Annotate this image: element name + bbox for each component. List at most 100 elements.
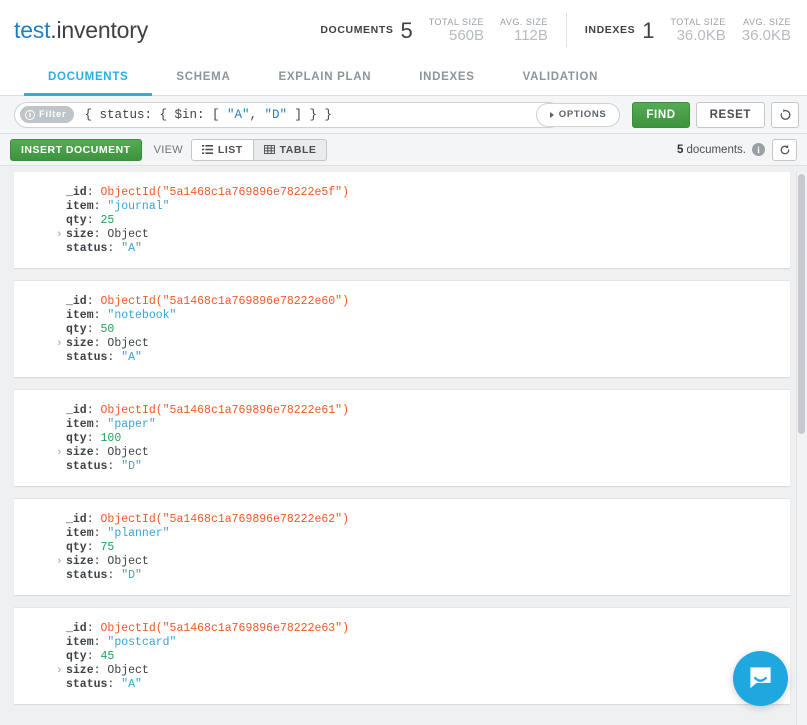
- document-card[interactable]: _id: ObjectId("5a1468c1a769896e78222e63"…: [14, 607, 790, 704]
- tab-validation-label: Validation: [523, 71, 599, 83]
- view-switcher: List Table: [191, 139, 327, 161]
- field-key: qty: [66, 323, 87, 337]
- field-key: _id: [66, 186, 87, 200]
- field-value[interactable]: 45: [101, 650, 115, 664]
- field-key: item: [66, 636, 94, 650]
- document-field-row: ›size: Object: [14, 446, 790, 460]
- chat-bubble-icon: [747, 665, 774, 692]
- compass-window: test.inventory Documents 5 Total Size 56…: [0, 0, 807, 725]
- indexes-label: Indexes: [585, 24, 635, 36]
- document-field-row: status: "A": [14, 678, 790, 692]
- documents-total-size-label: Total Size: [429, 17, 484, 27]
- indexes-total-size-label: Total Size: [670, 17, 725, 27]
- field-separator: :: [87, 541, 101, 555]
- document-field-row: _id: ObjectId("5a1468c1a769896e78222e5f"…: [14, 186, 790, 200]
- info-icon[interactable]: i: [752, 143, 765, 156]
- history-revert-icon: [779, 108, 792, 121]
- chevron-right-icon[interactable]: ›: [56, 446, 63, 460]
- field-value[interactable]: "notebook": [107, 309, 176, 323]
- document-field-row: status: "A": [14, 242, 790, 256]
- field-value[interactable]: "A": [121, 678, 142, 692]
- documents-avg-size: Avg. Size 112B: [500, 17, 548, 44]
- insert-document-button[interactable]: Insert Document: [10, 139, 142, 161]
- collection-stats: Documents 5 Total Size 560B Avg. Size 11…: [320, 13, 791, 47]
- field-value[interactable]: Object: [107, 337, 148, 351]
- field-value[interactable]: 25: [101, 214, 115, 228]
- field-value[interactable]: "D": [121, 569, 142, 583]
- field-value[interactable]: "planner": [107, 527, 169, 541]
- view-table-button[interactable]: Table: [254, 139, 328, 161]
- chevron-right-icon[interactable]: ›: [56, 664, 63, 678]
- document-field-row: qty: 50: [14, 323, 790, 337]
- options-button[interactable]: Options: [536, 103, 621, 127]
- document-card[interactable]: _id: ObjectId("5a1468c1a769896e78222e62"…: [14, 498, 790, 595]
- field-separator: :: [87, 432, 101, 446]
- field-key: status: [66, 460, 107, 474]
- document-field-row: item: "planner": [14, 527, 790, 541]
- view-list-button[interactable]: List: [191, 139, 254, 161]
- tab-explain-plan[interactable]: Explain Plan: [254, 61, 395, 96]
- field-key: _id: [66, 295, 87, 309]
- field-key: size: [66, 446, 94, 460]
- field-separator: :: [94, 527, 108, 541]
- query-history-button[interactable]: [771, 102, 799, 128]
- field-key: size: [66, 664, 94, 678]
- field-value[interactable]: ObjectId("5a1468c1a769896e78222e60"): [101, 295, 349, 309]
- reset-button-label: Reset: [710, 109, 751, 121]
- collection-header: test.inventory Documents 5 Total Size 56…: [0, 0, 807, 60]
- filter-query-comma: ,: [249, 108, 264, 122]
- field-value[interactable]: ObjectId("5a1468c1a769896e78222e63"): [101, 622, 349, 636]
- chat-launcher-button[interactable]: [733, 651, 788, 706]
- filter-input[interactable]: i Filter { status: { $in: [ "A", "D" ] }…: [14, 102, 562, 128]
- field-value[interactable]: 75: [101, 541, 115, 555]
- refresh-button[interactable]: [772, 139, 797, 161]
- chevron-right-icon[interactable]: ›: [56, 555, 63, 569]
- documents-stats: Documents 5 Total Size 560B Avg. Size 11…: [320, 17, 548, 44]
- field-separator: :: [87, 295, 101, 309]
- field-separator: :: [87, 622, 101, 636]
- chevron-right-icon: [550, 112, 554, 118]
- field-value[interactable]: "journal": [107, 200, 169, 214]
- field-value[interactable]: "D": [121, 460, 142, 474]
- field-value[interactable]: ObjectId("5a1468c1a769896e78222e61"): [101, 404, 349, 418]
- chevron-right-icon[interactable]: ›: [56, 228, 63, 242]
- tab-indexes[interactable]: Indexes: [395, 61, 498, 96]
- chevron-right-icon[interactable]: ›: [56, 337, 63, 351]
- field-value[interactable]: 100: [101, 432, 122, 446]
- document-count: 5 documents.: [677, 144, 746, 156]
- document-field-row: ›size: Object: [14, 664, 790, 678]
- refresh-icon: [779, 144, 791, 156]
- field-separator: :: [94, 446, 108, 460]
- field-key: size: [66, 228, 94, 242]
- field-value[interactable]: Object: [107, 228, 148, 242]
- documents-total-size-value: 560B: [429, 28, 484, 44]
- find-button[interactable]: Find: [632, 102, 689, 128]
- document-list[interactable]: _id: ObjectId("5a1468c1a769896e78222e5f"…: [0, 172, 807, 725]
- document-field-row: status: "A": [14, 351, 790, 365]
- field-value[interactable]: "postcard": [107, 636, 176, 650]
- field-value[interactable]: "A": [121, 351, 142, 365]
- toolbar-right-group: 5 documents. i: [677, 139, 797, 161]
- documents-total-size: Total Size 560B: [429, 17, 484, 44]
- namespace-title: test.inventory: [14, 17, 148, 44]
- field-value[interactable]: Object: [107, 555, 148, 569]
- tab-validation[interactable]: Validation: [499, 61, 623, 96]
- tab-documents[interactable]: Documents: [24, 61, 152, 96]
- field-value[interactable]: Object: [107, 446, 148, 460]
- reset-button[interactable]: Reset: [696, 102, 765, 128]
- document-card[interactable]: _id: ObjectId("5a1468c1a769896e78222e61"…: [14, 389, 790, 486]
- document-card[interactable]: _id: ObjectId("5a1468c1a769896e78222e60"…: [14, 280, 790, 377]
- field-value[interactable]: "paper": [107, 418, 155, 432]
- tab-schema[interactable]: Schema: [152, 61, 254, 96]
- vertical-scrollbar[interactable]: [796, 172, 807, 725]
- field-value[interactable]: 50: [101, 323, 115, 337]
- filter-query-value-a: "A": [227, 108, 250, 122]
- field-value[interactable]: Object: [107, 664, 148, 678]
- field-value[interactable]: ObjectId("5a1468c1a769896e78222e5f"): [101, 186, 349, 200]
- find-button-label: Find: [646, 109, 675, 121]
- field-value[interactable]: "A": [121, 242, 142, 256]
- scrollbar-thumb[interactable]: [798, 174, 805, 434]
- options-button-label: Options: [559, 109, 607, 120]
- field-value[interactable]: ObjectId("5a1468c1a769896e78222e62"): [101, 513, 349, 527]
- document-card[interactable]: _id: ObjectId("5a1468c1a769896e78222e5f"…: [14, 172, 790, 268]
